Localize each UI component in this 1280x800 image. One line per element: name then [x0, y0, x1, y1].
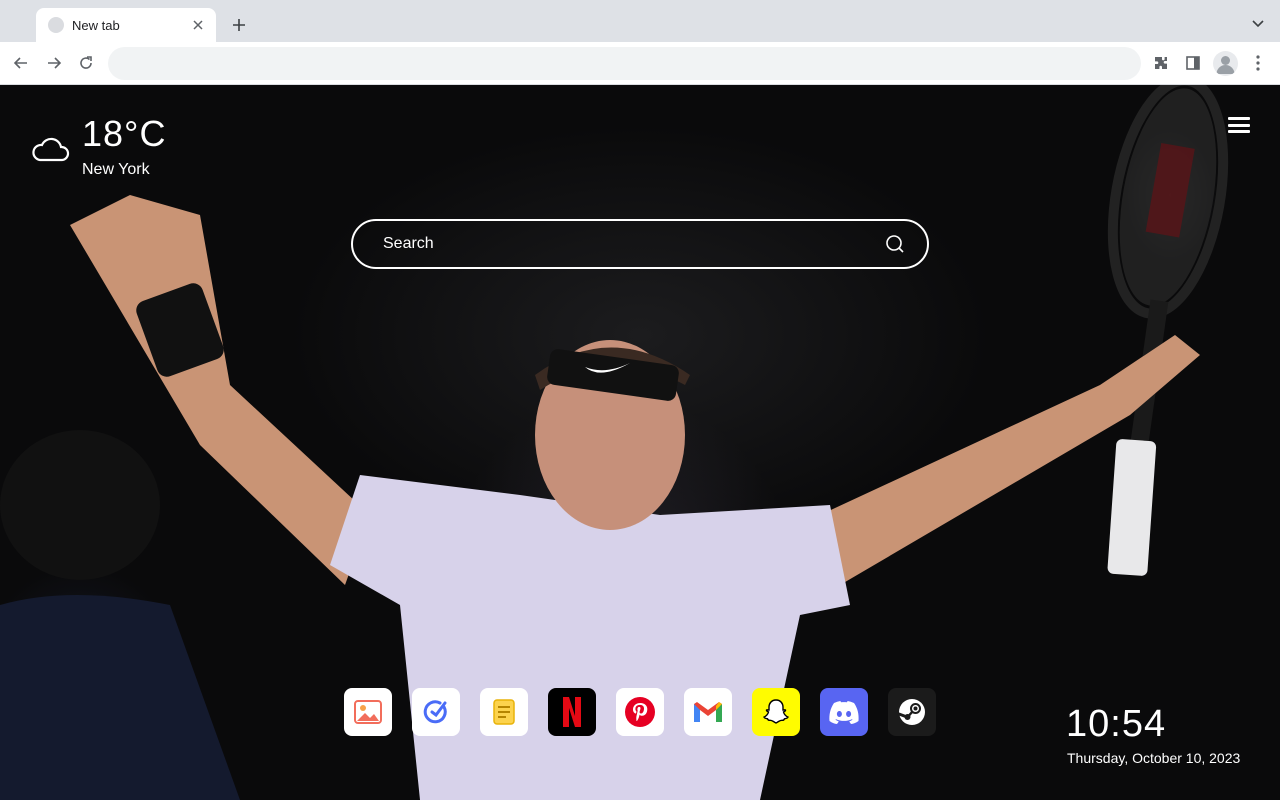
notes-icon	[493, 699, 515, 725]
back-button[interactable]	[8, 50, 34, 76]
globe-icon	[48, 17, 64, 33]
menu-button[interactable]	[1228, 115, 1250, 135]
netflix-icon	[563, 697, 581, 727]
cloud-icon	[32, 137, 70, 162]
netflix-app-button[interactable]	[548, 688, 596, 736]
tab-search-button[interactable]	[1248, 14, 1268, 34]
new-tab-button[interactable]	[228, 14, 250, 36]
discord-app-button[interactable]	[820, 688, 868, 736]
steam-app-button[interactable]	[888, 688, 936, 736]
city-name: New York	[82, 161, 150, 178]
address-bar[interactable]	[108, 47, 1141, 80]
plus-icon	[233, 19, 245, 31]
gmail-app-button[interactable]	[684, 688, 732, 736]
tab-title: New tab	[72, 17, 120, 33]
more-vert-icon	[1256, 55, 1260, 71]
photos-app-button[interactable]	[344, 688, 392, 736]
snapchat-app-button[interactable]	[752, 688, 800, 736]
snapchat-icon	[763, 699, 789, 724]
pinterest-icon	[625, 697, 655, 727]
forward-button[interactable]	[41, 50, 67, 76]
photos-icon	[354, 700, 382, 724]
search-box	[351, 219, 929, 269]
clock-time: 10:54	[1066, 703, 1167, 745]
browser-toolbar	[0, 42, 1280, 85]
arrow-right-icon	[48, 57, 62, 69]
gmail-icon	[694, 702, 722, 722]
reload-button[interactable]	[73, 50, 99, 76]
discord-icon	[829, 701, 859, 724]
steam-icon	[897, 699, 925, 725]
extensions-button[interactable]	[1148, 50, 1174, 76]
check-icon	[423, 700, 447, 724]
reload-icon	[80, 56, 92, 69]
person-icon	[1216, 56, 1235, 74]
close-icon[interactable]	[190, 17, 206, 33]
side-panel-icon	[1186, 56, 1200, 70]
temperature: 18°C	[82, 113, 167, 154]
browser-menu-button[interactable]	[1245, 50, 1271, 76]
tab-new-tab[interactable]: New tab	[36, 8, 216, 42]
pinterest-app-button[interactable]	[616, 688, 664, 736]
search-icon[interactable]	[885, 234, 905, 254]
app-dock	[344, 688, 936, 736]
new-tab-page: 18°C New York Search 10:54 Thursday, Oct…	[0, 85, 1280, 800]
clock-date: Thursday, October 10, 2023	[1067, 750, 1241, 766]
profile-avatar[interactable]	[1213, 51, 1238, 76]
menu-icon	[1228, 117, 1250, 120]
side-panel-button[interactable]	[1180, 50, 1206, 76]
chevron-down-icon	[1252, 20, 1264, 28]
task-app-button[interactable]	[412, 688, 460, 736]
arrow-left-icon	[13, 57, 27, 69]
weather-widget[interactable]: 18°C New York	[30, 113, 230, 183]
search-input[interactable]	[353, 221, 873, 267]
tab-strip: New tab	[0, 0, 1280, 42]
notes-app-button[interactable]	[480, 688, 528, 736]
puzzle-icon	[1155, 57, 1167, 69]
